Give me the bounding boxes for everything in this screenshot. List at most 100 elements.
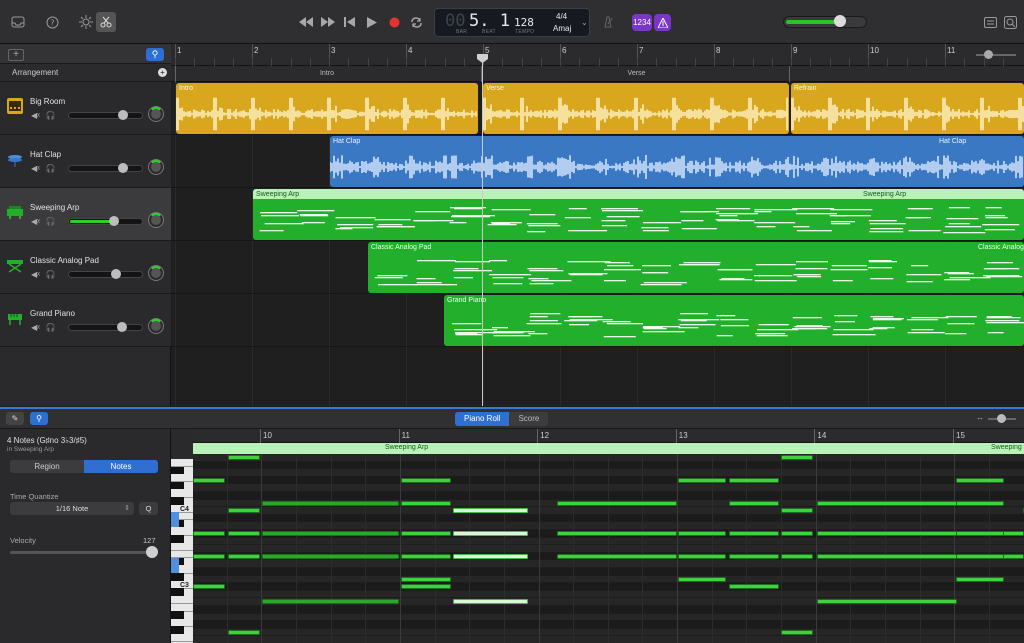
audio-region-big-room[interactable]: Verse xyxy=(483,83,789,134)
note[interactable] xyxy=(193,553,225,559)
selected-note[interactable] xyxy=(453,531,528,536)
cycle-icon[interactable] xyxy=(406,13,426,31)
headphones-icon[interactable]: 🎧 xyxy=(46,111,56,120)
tracks-area[interactable]: 1 2 3 4 5 6 7 8 9 10 11 Intro Verse Intro Verse Refra… xyxy=(171,44,1024,406)
note[interactable] xyxy=(228,508,260,514)
audio-region-big-room[interactable]: Intro xyxy=(176,83,478,134)
note[interactable] xyxy=(557,500,677,506)
note[interactable] xyxy=(401,576,451,582)
note[interactable] xyxy=(781,531,813,536)
help-icon[interactable]: ? xyxy=(42,12,62,32)
midi-region-grand-piano[interactable]: Grand Piano xyxy=(444,295,1024,346)
note[interactable] xyxy=(729,553,779,559)
editor-zoom-slider[interactable]: ↔ xyxy=(976,413,1018,424)
tab-piano-roll[interactable]: Piano Roll xyxy=(455,412,510,426)
mute-icon[interactable]: ◀ᵡ xyxy=(31,217,40,226)
time-quantize-select[interactable]: 1/16 Note ⇕ xyxy=(10,502,134,515)
note[interactable] xyxy=(262,500,399,506)
note[interactable] xyxy=(678,576,726,582)
velocity-slider[interactable] xyxy=(10,551,158,554)
note[interactable] xyxy=(1003,553,1024,559)
add-track-button[interactable]: + xyxy=(8,49,24,61)
inbox-icon[interactable] xyxy=(8,12,28,32)
note[interactable] xyxy=(193,477,225,483)
note[interactable] xyxy=(781,629,813,635)
track-volume-slider[interactable] xyxy=(68,216,143,226)
zoom-knob[interactable] xyxy=(984,50,993,59)
note[interactable] xyxy=(678,531,726,536)
headphones-icon[interactable]: 🎧 xyxy=(46,217,56,226)
track-volume-slider[interactable] xyxy=(68,322,143,332)
piano-roll[interactable]: 10 11 12 13 14 15 Sweeping Arp Sweeping xyxy=(193,429,1024,643)
note[interactable] xyxy=(401,584,451,590)
track-pan-knob[interactable] xyxy=(149,319,163,333)
track-volume-knob[interactable] xyxy=(110,269,121,279)
note[interactable] xyxy=(262,531,399,536)
note[interactable] xyxy=(729,584,779,590)
black-key[interactable] xyxy=(171,573,184,581)
track-volume-slider[interactable] xyxy=(68,163,143,173)
track-volume-slider[interactable] xyxy=(68,110,143,120)
note[interactable] xyxy=(817,500,957,506)
selected-note[interactable] xyxy=(453,508,528,514)
track-header[interactable]: Big Room ◀ᵡ 🎧 xyxy=(0,82,171,135)
mute-icon[interactable]: ◀ᵡ xyxy=(31,323,40,332)
note[interactable] xyxy=(817,531,957,536)
note[interactable] xyxy=(228,553,260,559)
note[interactable] xyxy=(228,531,260,536)
arrangement-marker[interactable]: Intro xyxy=(175,66,478,82)
black-key[interactable] xyxy=(171,588,184,596)
note-grid[interactable] xyxy=(193,454,1024,643)
note[interactable] xyxy=(729,500,779,506)
mute-icon[interactable]: ◀ᵡ xyxy=(31,270,40,279)
tuner-icon[interactable] xyxy=(654,14,671,31)
track-volume-knob[interactable] xyxy=(118,163,128,173)
master-volume-slider[interactable] xyxy=(783,15,867,28)
track-volume-knob[interactable] xyxy=(118,110,128,120)
note[interactable] xyxy=(228,455,260,460)
black-key[interactable] xyxy=(171,535,184,543)
note[interactable] xyxy=(401,531,451,536)
chevron-down-icon[interactable]: ⌄ xyxy=(581,18,588,27)
note[interactable] xyxy=(781,553,813,559)
black-key[interactable] xyxy=(171,481,184,490)
note[interactable] xyxy=(401,477,451,483)
note[interactable] xyxy=(956,576,1004,582)
note[interactable] xyxy=(956,477,1004,483)
piano-keyboard[interactable]: C4 C3 xyxy=(171,459,193,643)
rewind-icon[interactable] xyxy=(296,13,316,31)
catch-icon[interactable]: ⚲ xyxy=(30,412,48,425)
track-volume-slider[interactable] xyxy=(68,269,143,279)
black-key[interactable] xyxy=(171,497,184,505)
track-pan-knob[interactable] xyxy=(149,266,163,280)
note[interactable] xyxy=(956,500,1004,506)
search-icon[interactable] xyxy=(1000,12,1020,32)
arrangement-marker[interactable]: Verse xyxy=(481,66,791,82)
play-icon[interactable] xyxy=(362,13,382,31)
track-pan-knob[interactable] xyxy=(149,107,163,121)
note[interactable] xyxy=(678,553,726,559)
velocity-knob[interactable] xyxy=(146,546,158,558)
zoom-slider[interactable] xyxy=(976,50,1016,60)
mute-icon[interactable]: ◀ᵡ xyxy=(31,164,40,173)
note[interactable] xyxy=(401,553,451,559)
note[interactable] xyxy=(228,629,260,635)
note[interactable] xyxy=(401,500,451,506)
track-header[interactable]: Sweeping Arp ◀ᵡ 🎧 xyxy=(0,188,171,241)
editor-zoom-knob[interactable] xyxy=(997,414,1006,423)
note[interactable] xyxy=(781,455,813,460)
smart-controls-icon[interactable]: ⚲ xyxy=(146,48,164,61)
pencil-icon[interactable]: ✎ xyxy=(6,412,24,425)
note[interactable] xyxy=(193,531,225,536)
settings-icon[interactable] xyxy=(76,12,96,32)
go-to-start-icon[interactable] xyxy=(340,13,360,31)
black-key[interactable] xyxy=(171,611,184,619)
ruler[interactable]: 1 2 3 4 5 6 7 8 9 10 11 xyxy=(171,44,1024,66)
track-header[interactable]: Classic Analog Pad ◀ᵡ 🎧 xyxy=(0,241,171,294)
track-volume-knob[interactable] xyxy=(109,216,119,226)
headphones-icon[interactable]: 🎧 xyxy=(46,323,56,332)
track-header[interactable]: Hat Clap ◀ᵡ 🎧 xyxy=(0,135,171,188)
mute-icon[interactable]: ◀ᵡ xyxy=(31,111,40,120)
audio-region-big-room[interactable]: Refrain xyxy=(791,83,1024,134)
quantize-button[interactable]: Q xyxy=(139,502,158,515)
